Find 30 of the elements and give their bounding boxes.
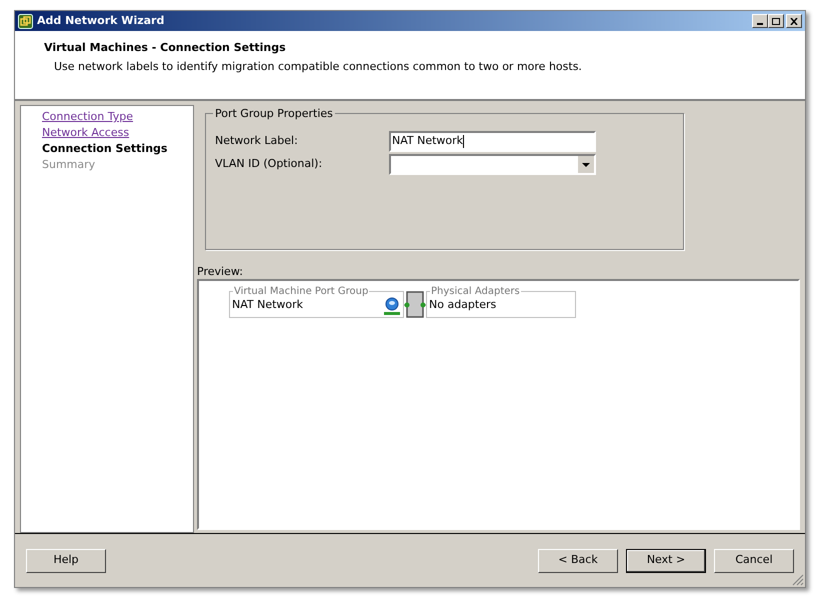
maximize-icon — [772, 18, 780, 24]
field-label: Network Label: — [215, 133, 299, 150]
dialog-button[interactable]: < Back — [538, 548, 618, 572]
wizard-step[interactable]: Network Access — [42, 126, 193, 140]
dialog-button[interactable]: Next > — [626, 548, 706, 572]
field-label: VLAN ID (Optional): — [215, 156, 324, 172]
groupbox-title: Port Group Properties — [213, 106, 335, 122]
wizard-step: Summary — [42, 158, 193, 172]
network-globe-icon — [383, 296, 401, 314]
wizard-step: Connection Settings — [42, 142, 193, 156]
close-icon — [790, 18, 798, 24]
port-group-name: NAT Network — [232, 297, 304, 314]
window-title: Add Network Wizard — [37, 12, 164, 29]
groupbox-title: Physical Adapters — [430, 284, 521, 299]
app-icon — [18, 14, 33, 28]
maximize-button[interactable] — [768, 14, 784, 28]
minimize-button[interactable] — [752, 14, 768, 28]
groupbox-title: Virtual Machine Port Group — [233, 284, 370, 299]
page-description: Use network labels to identify migration compatible connections common to two or more hosts. — [53, 58, 583, 74]
caret-icon — [578, 156, 594, 173]
page-title: Virtual Machines - Connection Settings — [44, 40, 287, 56]
wizard-step[interactable]: Connection Type — [42, 110, 193, 124]
network-label-field[interactable]: NAT Network — [389, 131, 596, 152]
vlan-dropdown[interactable] — [389, 154, 596, 175]
preview-label: Preview: — [197, 264, 244, 278]
resize-grip-icon[interactable] — [792, 574, 804, 586]
close-button[interactable] — [786, 14, 802, 28]
adapters-text: No adapters — [429, 297, 496, 314]
dialog-button[interactable]: Cancel — [714, 548, 794, 572]
dialog-button[interactable]: Help — [26, 548, 106, 572]
